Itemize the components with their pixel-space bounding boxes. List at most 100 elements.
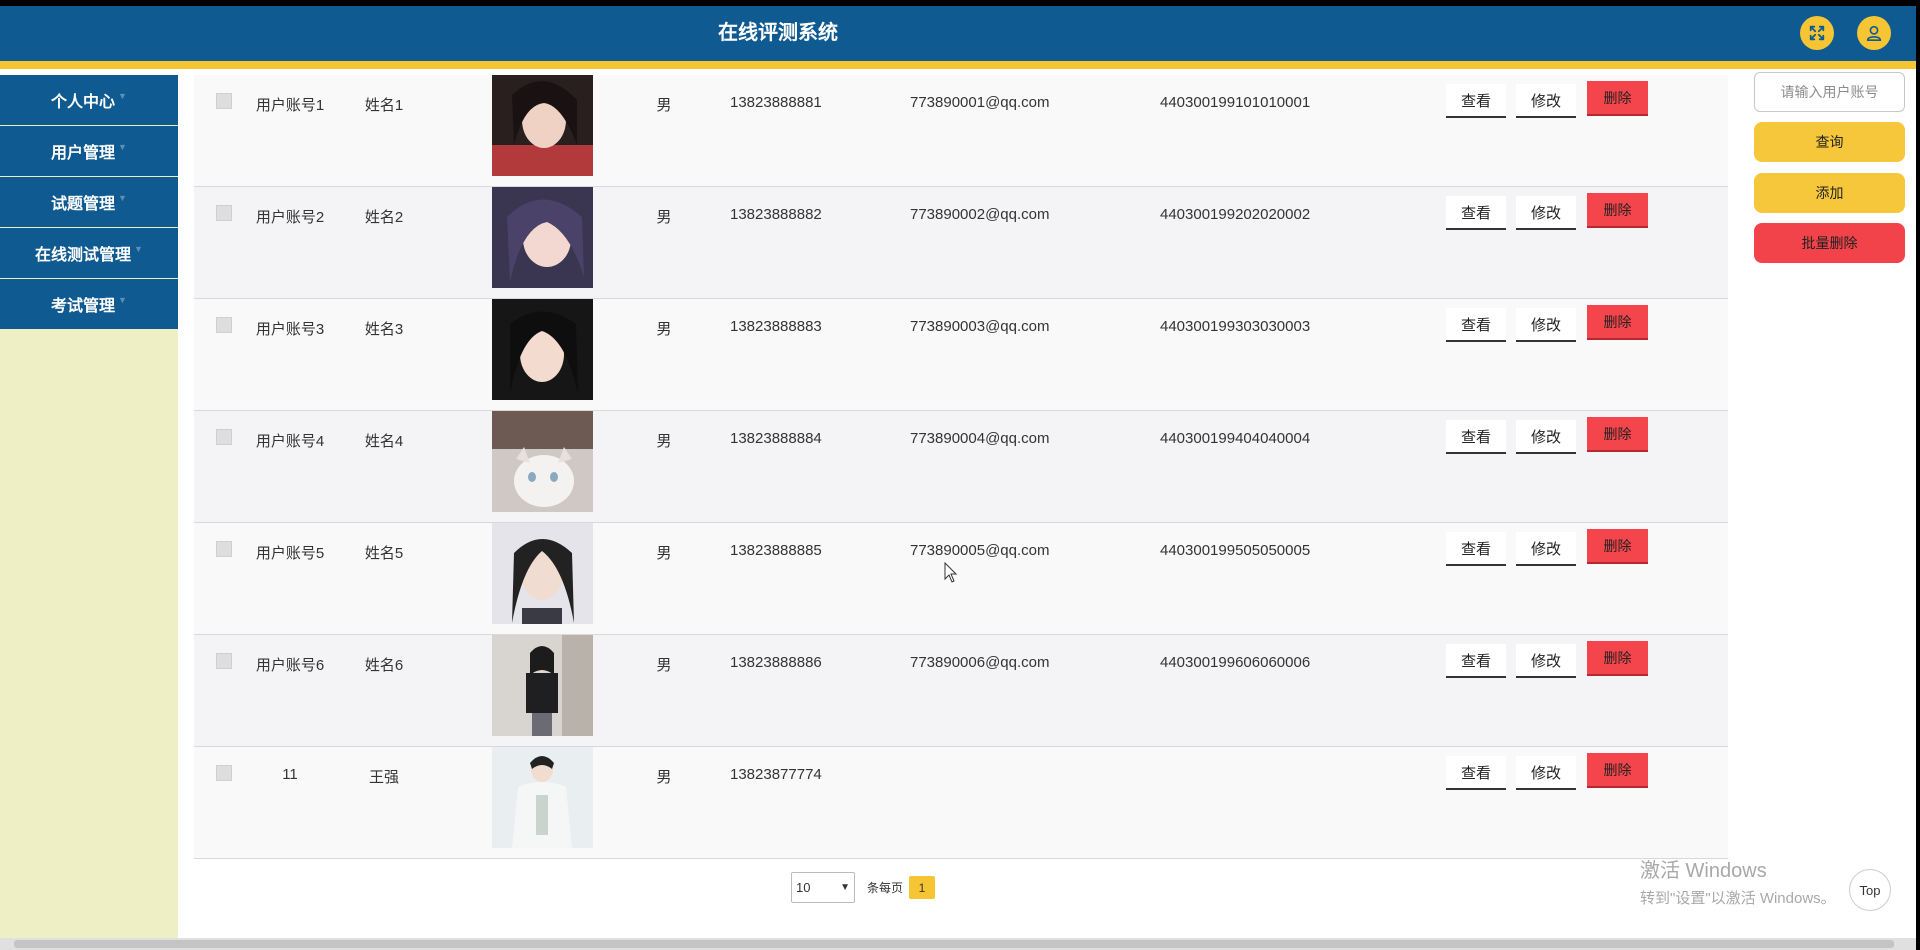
cell-account: 用户账号1 xyxy=(255,97,325,114)
cell-email: 773890004@qq.com xyxy=(910,430,1050,447)
cell-email: 773890002@qq.com xyxy=(910,206,1050,223)
page-button-current[interactable]: 1 xyxy=(909,876,936,899)
top-header: 在线评测系统 xyxy=(0,6,1916,61)
edit-button[interactable]: 修改 xyxy=(1516,756,1576,790)
sidebar-item-personal-center[interactable]: 个人中心 ▼ xyxy=(0,75,178,125)
watermark-line-1: 激活 Windows xyxy=(1640,860,1767,882)
delete-button[interactable]: 删除 xyxy=(1587,641,1648,676)
search-input[interactable] xyxy=(1754,72,1905,112)
edit-button[interactable]: 修改 xyxy=(1516,84,1576,118)
fullscreen-button[interactable] xyxy=(1800,16,1834,50)
cell-name: 姓名4 xyxy=(364,433,404,450)
cell-id-number: 440300199303030003 xyxy=(1160,318,1311,335)
view-button[interactable]: 查看 xyxy=(1446,756,1506,790)
table-row: 用户账号1 姓名1 男 13823888881 773890001@qq.com… xyxy=(194,75,1728,187)
fullscreen-icon xyxy=(1809,25,1825,41)
sidebar-item-label: 试题管理 xyxy=(51,196,116,213)
delete-button[interactable]: 删除 xyxy=(1587,81,1648,116)
view-button[interactable]: 查看 xyxy=(1446,196,1506,230)
edit-button[interactable]: 修改 xyxy=(1516,644,1576,678)
cell-id-number: 440300199606060006 xyxy=(1160,654,1311,671)
row-checkbox[interactable] xyxy=(216,653,232,669)
caret-down-icon: ▼ xyxy=(118,142,127,152)
cell-phone: 13823888881 xyxy=(730,94,822,111)
avatar-photo xyxy=(492,523,593,624)
avatar-photo xyxy=(492,635,593,736)
cell-name: 王强 xyxy=(368,769,399,786)
cell-phone: 13823888886 xyxy=(730,654,822,671)
sidebar-item-label: 考试管理 xyxy=(51,298,116,315)
row-checkbox[interactable] xyxy=(216,317,232,333)
query-button[interactable]: 查询 xyxy=(1754,122,1905,162)
sidebar-item-user-management[interactable]: 用户管理 ▼ xyxy=(0,126,178,176)
cell-sex: 男 xyxy=(656,769,672,786)
user-icon xyxy=(1866,25,1882,42)
sidebar-item-label: 个人中心 xyxy=(51,94,116,111)
table-row: 用户账号2 姓名2 男 13823888882 773890002@qq.com… xyxy=(194,187,1728,299)
delete-button[interactable]: 删除 xyxy=(1587,417,1648,452)
horizontal-scrollbar[interactable] xyxy=(0,938,1916,950)
cell-id-number: 440300199505050005 xyxy=(1160,542,1311,559)
view-button[interactable]: 查看 xyxy=(1446,420,1506,454)
cell-account: 用户账号6 xyxy=(255,657,325,674)
avatar-photo xyxy=(492,75,593,176)
cell-phone: 13823888884 xyxy=(730,430,822,447)
delete-button[interactable]: 删除 xyxy=(1587,753,1648,788)
caret-down-icon: ▼ xyxy=(118,91,127,101)
delete-button[interactable]: 删除 xyxy=(1587,305,1648,340)
user-table: 用户账号1 姓名1 男 13823888881 773890001@qq.com… xyxy=(194,75,1728,859)
back-to-top-button[interactable]: Top xyxy=(1849,869,1891,911)
view-button[interactable]: 查看 xyxy=(1446,84,1506,118)
edit-button[interactable]: 修改 xyxy=(1516,308,1576,342)
sidebar-item-question-management[interactable]: 试题管理 ▼ xyxy=(0,177,178,227)
edit-button[interactable]: 修改 xyxy=(1516,420,1576,454)
cell-id-number: 440300199101010001 xyxy=(1160,94,1311,111)
row-checkbox[interactable] xyxy=(216,541,232,557)
watermark-line-2: 转到"设置"以激活 Windows。 xyxy=(1640,890,1836,907)
cell-email: 773890005@qq.com xyxy=(910,542,1050,559)
avatar-photo xyxy=(492,411,593,512)
view-button[interactable]: 查看 xyxy=(1446,532,1506,566)
chevron-down-icon: ▼ xyxy=(840,882,850,893)
add-button[interactable]: 添加 xyxy=(1754,173,1905,213)
avatar-photo xyxy=(492,187,593,288)
page-size-select[interactable]: 10 ▼ xyxy=(791,872,855,903)
sidebar-item-exam-management[interactable]: 考试管理 ▼ xyxy=(0,279,178,329)
row-checkbox[interactable] xyxy=(216,205,232,221)
view-button[interactable]: 查看 xyxy=(1446,308,1506,342)
cell-phone: 13823888882 xyxy=(730,206,822,223)
window-edge xyxy=(1916,0,1920,950)
edit-button[interactable]: 修改 xyxy=(1516,532,1576,566)
cell-phone: 13823877774 xyxy=(730,766,822,783)
table-row: 用户账号5 姓名5 男 13823888885 773890005@qq.com… xyxy=(194,523,1728,635)
row-checkbox[interactable] xyxy=(216,765,232,781)
delete-button[interactable]: 删除 xyxy=(1587,193,1648,228)
row-checkbox[interactable] xyxy=(216,93,232,109)
sidebar-item-label: 用户管理 xyxy=(51,145,116,162)
table-row: 用户账号4 姓名4 男 13823888884 773890004@qq.com… xyxy=(194,411,1728,523)
caret-down-icon: ▼ xyxy=(118,193,127,203)
bulk-delete-button[interactable]: 批量删除 xyxy=(1754,223,1905,263)
table-row: 用户账号3 姓名3 男 13823888883 773890003@qq.com… xyxy=(194,299,1728,411)
delete-button[interactable]: 删除 xyxy=(1587,529,1648,564)
cell-id-number: 440300199404040004 xyxy=(1160,430,1311,447)
cell-name: 姓名1 xyxy=(364,97,404,114)
sidebar-item-online-test-management[interactable]: 在线测试管理 ▼ xyxy=(0,228,178,278)
sidebar-item-label: 在线测试管理 xyxy=(35,247,132,264)
scrollbar-thumb[interactable] xyxy=(14,940,1894,948)
avatar-photo xyxy=(492,299,593,400)
caret-down-icon: ▼ xyxy=(118,295,127,305)
activation-watermark: 激活 Windows 转到"设置"以激活 Windows。 xyxy=(1640,854,1836,908)
cell-phone: 13823888885 xyxy=(730,542,822,559)
cell-account: 11 xyxy=(282,766,298,783)
cell-sex: 男 xyxy=(656,209,672,226)
row-checkbox[interactable] xyxy=(216,429,232,445)
edit-button[interactable]: 修改 xyxy=(1516,196,1576,230)
user-menu-button[interactable] xyxy=(1857,16,1891,50)
mouse-cursor-icon xyxy=(944,562,958,583)
app-viewport: 在线评测系统 个人中心 ▼ 用户管理 ▼ 试题管理 ▼ 在线测试管理 ▼ 考试管理 xyxy=(0,6,1916,944)
pagination: 10 ▼ 条每页 1 xyxy=(791,872,936,903)
cell-sex: 男 xyxy=(656,433,672,450)
cell-phone: 13823888883 xyxy=(730,318,822,335)
view-button[interactable]: 查看 xyxy=(1446,644,1506,678)
